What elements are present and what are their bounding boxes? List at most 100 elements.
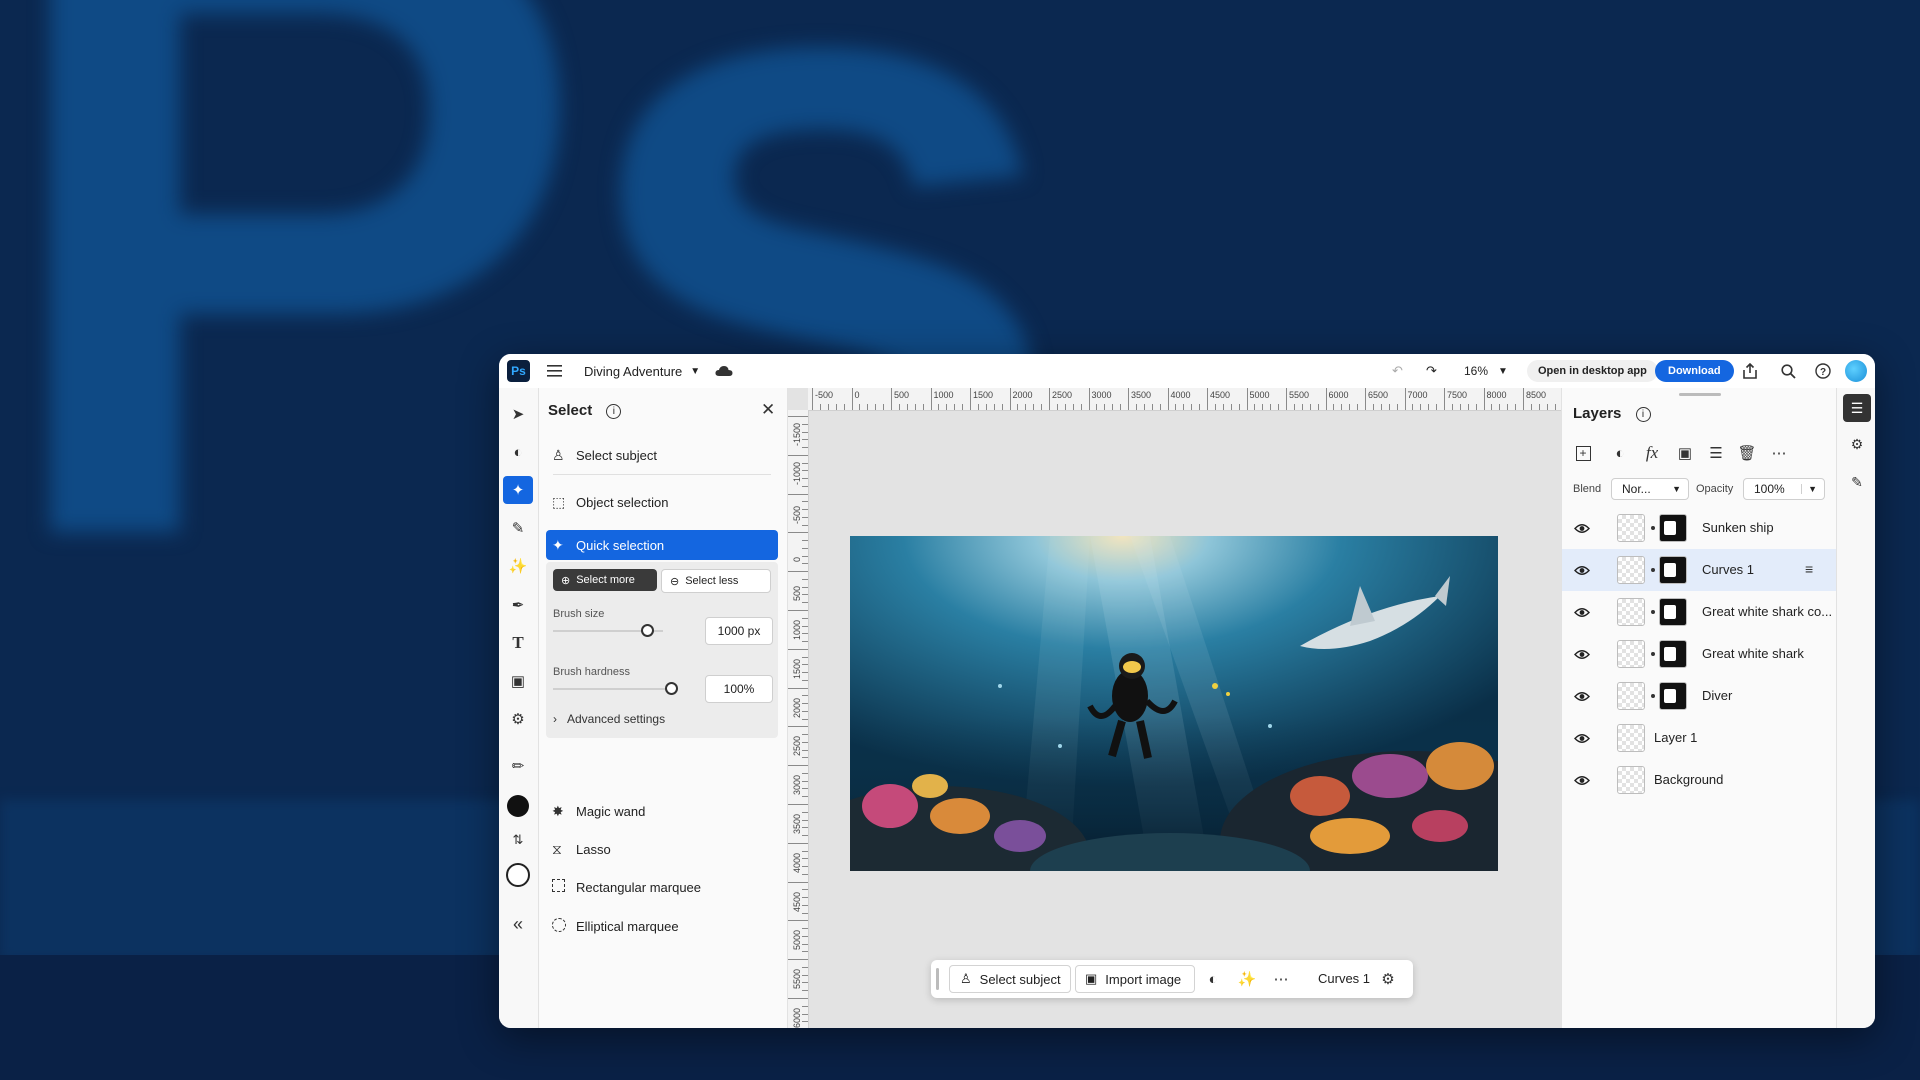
ruler-minor-tick	[1412, 404, 1414, 410]
adjustments-panel-icon[interactable]: ⚙	[1843, 430, 1871, 458]
panel-drag-handle[interactable]	[1679, 393, 1721, 396]
select-subject-button[interactable]: ♙ Select subject	[949, 965, 1071, 993]
comments-icon[interactable]: ✎	[1843, 468, 1871, 496]
ruler-minor-tick	[802, 710, 808, 712]
eye-icon[interactable]	[1572, 602, 1592, 622]
ruler-tick	[1286, 388, 1287, 410]
brush-hardness-slider[interactable]	[553, 688, 671, 690]
layer-row[interactable]: Curves 1 ≡	[1562, 549, 1836, 591]
layer-row[interactable]: Sunken ship	[1562, 507, 1836, 549]
eye-icon[interactable]	[1572, 686, 1592, 706]
open-desktop-button[interactable]: Open in desktop app	[1527, 360, 1658, 382]
delete-icon[interactable]: 🗑	[1735, 442, 1759, 464]
drag-handle[interactable]	[936, 968, 939, 990]
layer-row[interactable]: Diver	[1562, 675, 1836, 717]
adjustment-icon[interactable]: ◐	[1202, 968, 1224, 990]
rectangular-marquee-item[interactable]: Rectangular marquee	[546, 872, 778, 902]
select-subject-item[interactable]: ♙ Select subject	[546, 440, 778, 470]
layers-panel-icon[interactable]: ☰	[1843, 394, 1871, 422]
object-selection-item[interactable]: ⬚ Object selection	[546, 487, 778, 517]
generative-fill-tool-icon[interactable]: ✨	[503, 552, 533, 580]
help-icon[interactable]: ?	[1812, 360, 1834, 382]
doc-title-dropdown[interactable]: Diving Adventure ▼	[584, 354, 700, 388]
brush-hardness-input[interactable]: 100%	[705, 675, 773, 703]
layer-row[interactable]: Great white shark co...	[1562, 591, 1836, 633]
ps-logo[interactable]: Ps	[507, 360, 530, 382]
eye-icon[interactable]	[1572, 644, 1592, 664]
undo-icon[interactable]: ↶	[1392, 354, 1403, 388]
more-icon[interactable]: ⋯	[1270, 968, 1292, 990]
layer-properties-icon[interactable]: ≡	[1805, 561, 1813, 577]
fx-icon[interactable]: fx	[1640, 442, 1664, 464]
more-options-icon[interactable]: ⋯	[1767, 442, 1791, 464]
type-tool-icon[interactable]: T	[503, 629, 533, 657]
eye-icon[interactable]	[1572, 728, 1592, 748]
underwater-scene-image	[850, 536, 1498, 871]
ruler-tick	[1167, 388, 1169, 410]
menu-icon[interactable]	[547, 354, 563, 388]
layer-mask[interactable]	[1659, 514, 1687, 542]
swap-colors-icon[interactable]: ⇅	[503, 826, 533, 854]
share-icon[interactable]	[1739, 360, 1761, 382]
collapse-toolbar-icon[interactable]: «	[503, 910, 533, 938]
elliptical-marquee-item[interactable]: Elliptical marquee	[546, 911, 778, 941]
ruler-minor-tick	[1254, 404, 1256, 410]
canvas-area[interactable]: -500 0 500 1000 1500 2000 2500 3000 3500 4000 4500…	[788, 388, 1561, 1028]
eye-icon[interactable]	[1572, 560, 1592, 580]
advanced-settings-toggle[interactable]: › Advanced settings	[553, 712, 665, 726]
eye-icon[interactable]	[1572, 518, 1592, 538]
ruler-minor-tick	[1064, 404, 1066, 410]
info-icon[interactable]: i	[606, 403, 622, 419]
clone-stamp-tool-icon[interactable]: ⚙	[503, 705, 533, 733]
close-icon[interactable]: ✕	[761, 400, 775, 420]
healing-brush-tool-icon[interactable]: ✎	[503, 514, 533, 542]
layer-row[interactable]: Great white shark	[1562, 633, 1836, 675]
quick-selection-tool-icon[interactable]: ✦	[503, 476, 533, 504]
cloud-icon[interactable]	[715, 354, 733, 388]
quick-selection-item[interactable]: ✦ Quick selection	[546, 530, 778, 560]
ruler-tick	[1444, 388, 1445, 410]
adjustment-layer-icon[interactable]: ◐	[1608, 442, 1632, 464]
add-layer-icon[interactable]: +	[1571, 442, 1595, 464]
brush-size-input[interactable]: 1000 px	[705, 617, 773, 645]
stack-icon[interactable]: ☰	[1704, 442, 1728, 464]
info-icon[interactable]: i	[1635, 406, 1651, 422]
zoom-dropdown[interactable]: 16% ▼	[1464, 354, 1508, 388]
document-image[interactable]	[850, 536, 1498, 871]
generative-icon[interactable]: ✨	[1236, 968, 1258, 990]
ruler-minor-tick	[1467, 404, 1469, 410]
ruler-minor-tick	[883, 404, 885, 410]
active-layer-label[interactable]: Curves 1	[1318, 971, 1370, 986]
move-tool-icon[interactable]: ➤	[503, 400, 533, 428]
select-less-button[interactable]: ⊖ Select less	[661, 569, 771, 593]
layer-mask[interactable]	[1659, 556, 1687, 584]
layer-mask[interactable]	[1659, 682, 1687, 710]
blend-mode-select[interactable]: Nor... ▼	[1611, 478, 1689, 500]
chevron-down-icon: ▼	[690, 365, 701, 377]
avatar[interactable]	[1845, 360, 1867, 382]
brush-tool-icon[interactable]: ✒	[503, 591, 533, 619]
foreground-color-swatch[interactable]	[503, 792, 533, 820]
brush-size-knob[interactable]	[640, 624, 654, 637]
layer-mask[interactable]	[1659, 598, 1687, 626]
layer-row[interactable]: Background	[1562, 759, 1836, 801]
search-icon[interactable]	[1777, 360, 1799, 382]
layer-mask[interactable]	[1659, 640, 1687, 668]
download-button[interactable]: Download	[1655, 360, 1734, 382]
eye-icon[interactable]	[1572, 770, 1592, 790]
brush-hardness-knob[interactable]	[665, 682, 678, 695]
lasso-item[interactable]: ⧖ Lasso	[546, 834, 778, 864]
redo-icon[interactable]: ↷	[1426, 354, 1437, 388]
background-color-swatch[interactable]	[503, 861, 533, 889]
mask-icon[interactable]: ▣	[1673, 442, 1697, 464]
opacity-select[interactable]: 100% ▼	[1743, 478, 1825, 500]
select-more-button[interactable]: ⊕ Select more	[553, 569, 657, 591]
magic-wand-item[interactable]: ✸ Magic wand	[546, 796, 778, 826]
ruler-label: 3000	[1091, 390, 1112, 400]
import-image-button[interactable]: ▣ Import image	[1075, 965, 1195, 993]
place-image-tool-icon[interactable]: ▣	[503, 667, 533, 695]
properties-icon[interactable]: ⚙	[1377, 968, 1399, 990]
layer-row[interactable]: Layer 1	[1562, 717, 1836, 759]
adjustment-tool-icon[interactable]: ◐	[503, 438, 533, 466]
eyedropper-tool-icon[interactable]: ✏	[503, 752, 533, 780]
